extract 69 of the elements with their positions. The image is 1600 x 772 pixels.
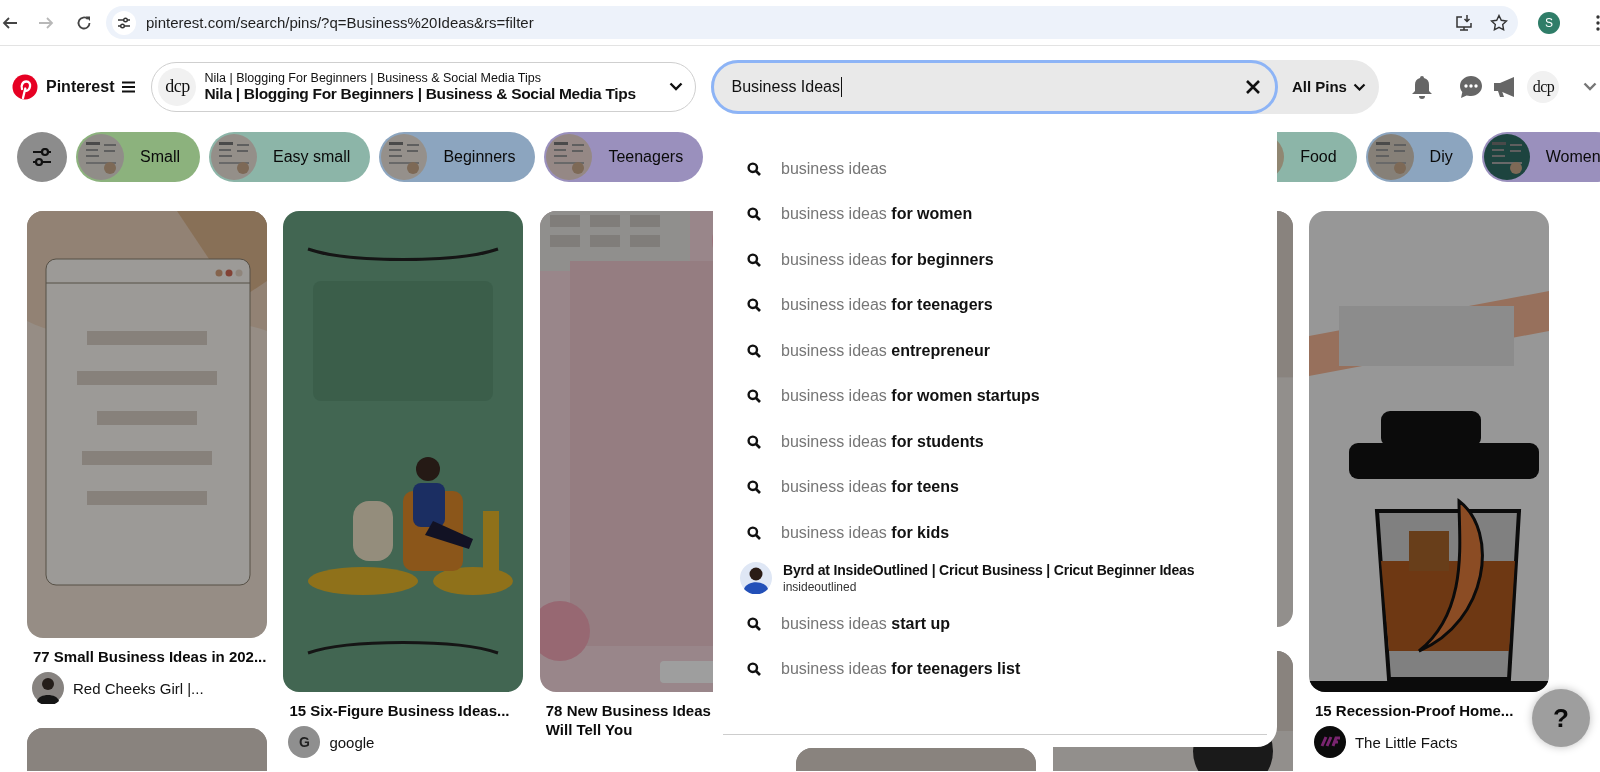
search-suggestion[interactable]: business ideas for teenagers list	[781, 660, 1021, 679]
profile-avatar[interactable]: S	[1538, 11, 1560, 34]
pinterest-logo-icon[interactable]	[12, 73, 38, 100]
filter-chip[interactable]: Diy	[1365, 132, 1473, 182]
reload-icon[interactable]	[76, 14, 92, 31]
search-icon	[747, 525, 761, 540]
pin-title[interactable]: 15 Six-Figure Business Ideas...	[289, 701, 510, 720]
search-suggestion[interactable]: business ideas start up	[781, 614, 950, 633]
account-switcher[interactable]: dcp Nila | Blogging For Beginners | Business & Social Media Tips Nila | Blogging For Beginners | Business & Social Media Tips	[151, 61, 697, 112]
search-suggestion[interactable]: business ideas for teenagers	[781, 296, 993, 315]
sliders-icon	[32, 148, 52, 166]
search-icon	[747, 343, 761, 358]
search-icon	[747, 662, 761, 677]
search-suggestion[interactable]: business ideas for women	[781, 205, 973, 224]
chat-icon[interactable]	[1459, 74, 1484, 99]
install-icon[interactable]	[1455, 13, 1474, 32]
back-icon[interactable]	[2, 14, 18, 31]
account-avatar: dcp	[158, 67, 197, 106]
search-icon	[747, 252, 761, 267]
filter-chip[interactable]: Small	[76, 132, 200, 182]
clear-icon[interactable]	[1245, 78, 1262, 95]
brand-name[interactable]: Pinterest	[46, 77, 115, 96]
filter-chip[interactable]: Easy small	[209, 132, 371, 182]
search-suggestion[interactable]: business ideas for teens	[781, 478, 959, 497]
search-suggestion[interactable]: business ideas for women startups	[781, 387, 1040, 406]
person-avatar-icon	[32, 672, 64, 704]
search-icon	[747, 161, 761, 176]
account-avatar[interactable]: dcp	[1527, 70, 1560, 103]
profile-suggestion-name[interactable]: Byrd at InsideOutlined | Cricut Business | Cricut Beginner Ideas	[783, 562, 1195, 579]
author-name[interactable]: Red Cheeks Girl |...	[73, 679, 204, 697]
profile-handle: insideoutlined	[783, 580, 858, 595]
search-icon	[747, 298, 761, 313]
account-subtitle: Nila | Blogging For Beginners | Business & Social Media Tips	[204, 70, 541, 85]
filter-chip[interactable]: Women	[1481, 132, 1600, 182]
star-icon[interactable]	[1490, 13, 1509, 32]
pin-title[interactable]: 77 Small Business Ideas in 202...	[33, 647, 267, 666]
pin-title[interactable]: 15 Recession-Proof Home...	[1314, 701, 1514, 720]
chevron-down-icon	[1583, 82, 1598, 91]
filter-chip[interactable]: Beginners	[379, 132, 536, 182]
filter-dropdown[interactable]: All Pins	[1278, 59, 1380, 114]
search-icon	[747, 207, 761, 222]
search-suggestion[interactable]: business ideas	[781, 159, 887, 178]
search-icon	[747, 616, 761, 631]
menu-icon[interactable]	[122, 80, 136, 93]
help-button[interactable]: ?	[1532, 689, 1590, 747]
more-icon[interactable]	[1596, 14, 1600, 31]
pin-title[interactable]: 78 New Business Ideas Will Tell You	[545, 701, 711, 739]
author-name[interactable]: google	[329, 733, 375, 751]
chevron-down-icon	[1352, 82, 1366, 91]
chevron-down-icon	[669, 82, 684, 91]
filter-chip[interactable]: Teenagers	[544, 132, 704, 182]
address-bar[interactable]: pinterest.com/search/pins/?q=Business%20Ideas&rs=filter	[106, 6, 1519, 39]
search-icon	[747, 389, 761, 404]
search-suggestion[interactable]: business ideas entrepreneur	[781, 341, 990, 360]
search-icon	[747, 480, 761, 495]
search-icon	[747, 434, 761, 449]
avatar-icon	[1313, 726, 1346, 758]
search-suggestion[interactable]: business ideas for kids	[781, 523, 950, 542]
author-name[interactable]: The Little Facts	[1354, 733, 1458, 751]
url-text: pinterest.com/search/pins/?q=Business%20Ideas&rs=filter	[146, 14, 535, 31]
search-suggestion[interactable]: business ideas for students	[781, 432, 984, 451]
site-settings-icon[interactable]	[112, 10, 136, 35]
search-suggestion[interactable]: business ideas for beginners	[781, 250, 994, 269]
bell-icon[interactable]	[1411, 74, 1434, 99]
person-avatar-icon	[740, 562, 772, 595]
filter-button[interactable]	[17, 132, 67, 182]
author-avatar: G	[288, 726, 321, 758]
account-name: Nila | Blogging For Beginners | Business & Social Media Tips	[204, 84, 636, 103]
search-field[interactable]: Business Ideas	[711, 59, 1279, 114]
